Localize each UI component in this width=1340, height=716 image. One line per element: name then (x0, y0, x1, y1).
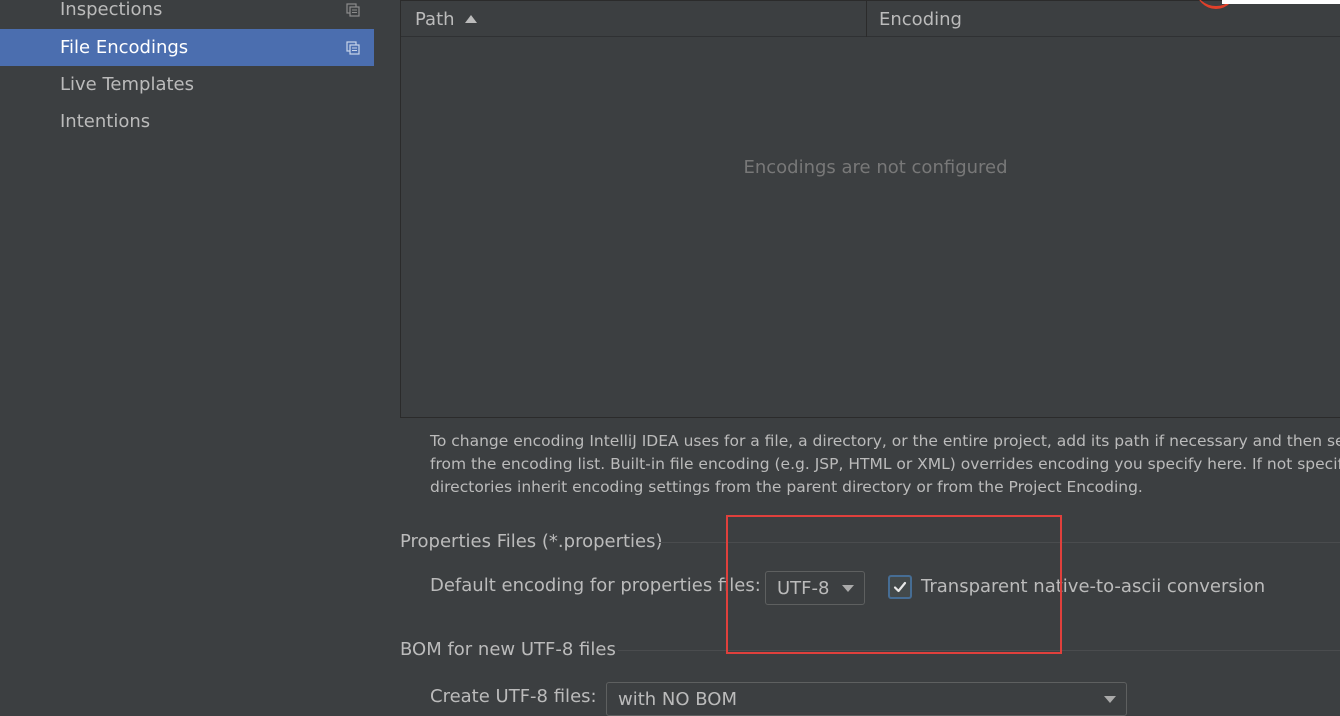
empty-table-message: Encodings are not configured (743, 157, 1008, 178)
sidebar-item-live-templates[interactable]: Live Templates (0, 66, 374, 103)
sidebar-item-label: File Encodings (60, 37, 189, 58)
encodings-table[interactable]: Path Encoding Encodings are not configur… (400, 0, 1340, 418)
help-text: To change encoding IntelliJ IDEA uses fo… (430, 430, 1340, 499)
properties-section-title: Properties Files (*.properties) (400, 531, 663, 552)
sidebar-item-intentions[interactable]: Intentions (0, 103, 374, 140)
sidebar-item-file-encodings[interactable]: File Encodings (0, 29, 374, 66)
copy-settings-icon (346, 40, 360, 55)
column-header-path[interactable]: Path (415, 1, 477, 37)
help-line: To change encoding IntelliJ IDEA uses fo… (430, 432, 1340, 450)
bom-section-title: BOM for new UTF-8 files (400, 639, 616, 660)
column-divider[interactable] (866, 1, 867, 37)
help-line: directories inherit encoding settings fr… (430, 478, 1143, 496)
help-line: from the encoding list. Built-in file en… (430, 455, 1340, 473)
default-encoding-label: Default encoding for properties files: (430, 575, 761, 596)
copy-settings-icon (346, 2, 360, 17)
highlight-annotation-box (726, 515, 1062, 654)
sidebar-item-inspections[interactable]: Inspections (0, 0, 374, 28)
window-edge-strip (1222, 0, 1340, 4)
sidebar-item-label: Intentions (60, 111, 151, 132)
table-header: Path Encoding (401, 1, 1340, 37)
create-utf8-label: Create UTF-8 files: (430, 686, 597, 707)
sort-ascending-icon (464, 15, 477, 23)
sidebar-item-label: Live Templates (60, 74, 194, 95)
settings-sidebar: Inspections File Encodings Live Template… (0, 0, 374, 700)
sidebar-item-label: Inspections (60, 0, 163, 20)
bom-combobox[interactable]: with NO BOM (606, 682, 1127, 716)
column-header-encoding[interactable]: Encoding (879, 1, 962, 37)
